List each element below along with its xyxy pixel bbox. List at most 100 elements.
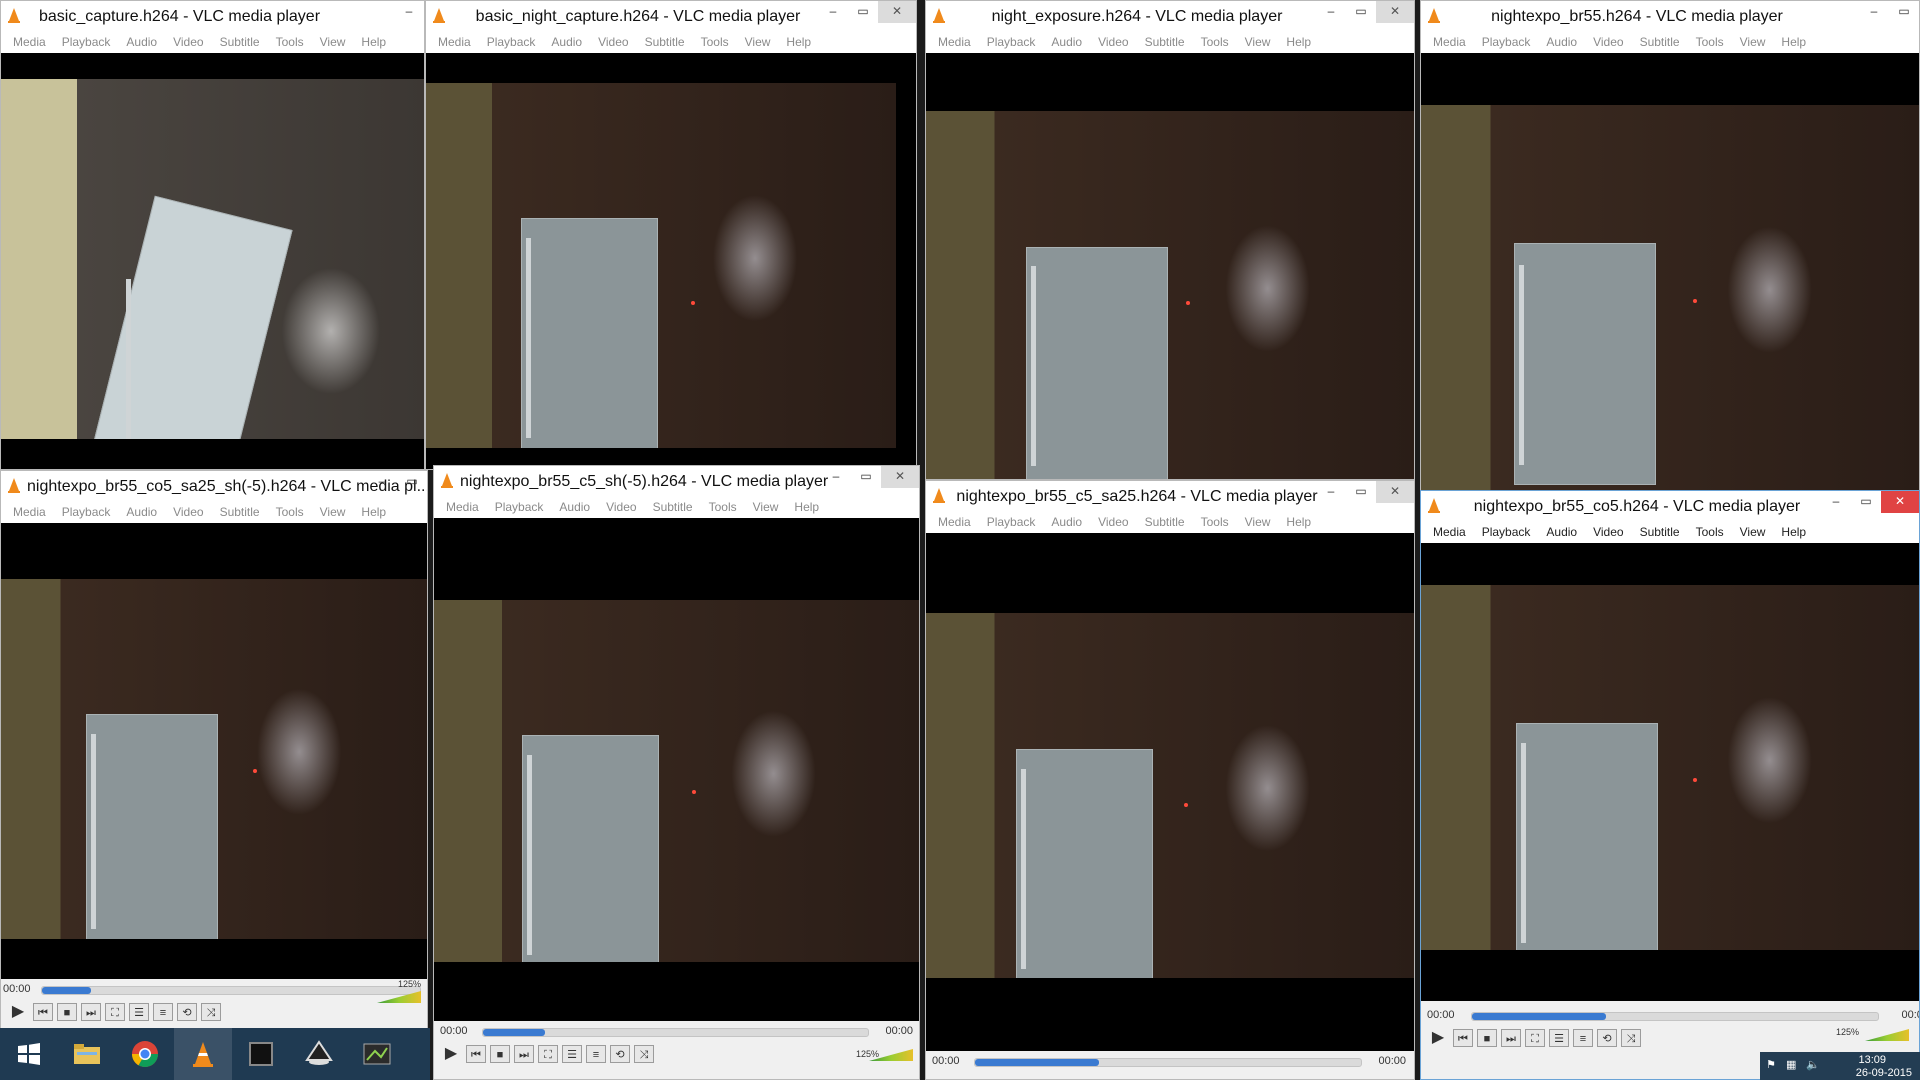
menu-media[interactable]: Media: [446, 496, 479, 518]
menu-video[interactable]: Video: [173, 31, 203, 53]
menu-video[interactable]: Video: [173, 501, 203, 523]
minimize-button[interactable]: –: [818, 1, 848, 23]
title-bar[interactable]: nightexpo_br55_c5_sa25.h264 - VLC media …: [926, 481, 1414, 511]
video-area[interactable]: [1, 523, 427, 979]
previous-icon[interactable]: ⏮: [1453, 1029, 1473, 1047]
menu-playback[interactable]: Playback: [987, 511, 1036, 533]
app2-icon[interactable]: [348, 1028, 406, 1080]
menu-subtitle[interactable]: Subtitle: [1640, 31, 1680, 53]
menu-audio[interactable]: Audio: [1051, 31, 1082, 53]
extended-settings-icon[interactable]: ☰: [562, 1045, 582, 1063]
menu-audio[interactable]: Audio: [551, 31, 582, 53]
menu-tools[interactable]: Tools: [1696, 521, 1724, 543]
minimize-button[interactable]: –: [821, 466, 851, 488]
menu-view[interactable]: View: [320, 501, 346, 523]
maximize-button[interactable]: ▭: [1889, 1, 1919, 23]
chrome-icon[interactable]: [116, 1028, 174, 1080]
menu-tools[interactable]: Tools: [701, 31, 729, 53]
loop-icon[interactable]: ⟲: [177, 1003, 197, 1021]
maximize-button[interactable]: ▭: [851, 466, 881, 488]
minimize-button[interactable]: –: [1859, 1, 1889, 23]
menu-media[interactable]: Media: [938, 31, 971, 53]
menu-media[interactable]: Media: [1433, 521, 1466, 543]
menu-tools[interactable]: Tools: [1201, 511, 1229, 533]
menu-help[interactable]: Help: [1286, 511, 1311, 533]
stop-icon[interactable]: ■: [57, 1003, 77, 1021]
menu-playback[interactable]: Playback: [487, 31, 536, 53]
menu-view[interactable]: View: [1245, 511, 1271, 533]
title-bar[interactable]: nightexpo_br55.h264 - VLC media player –…: [1421, 1, 1919, 31]
tray-flag-icon[interactable]: ⚑: [1766, 1058, 1776, 1071]
title-bar[interactable]: night_exposure.h264 - VLC media player –…: [926, 1, 1414, 31]
menu-help[interactable]: Help: [1781, 31, 1806, 53]
menu-audio[interactable]: Audio: [1051, 511, 1082, 533]
menu-view[interactable]: View: [1245, 31, 1271, 53]
video-area[interactable]: [426, 53, 916, 469]
menu-tools[interactable]: Tools: [709, 496, 737, 518]
menu-video[interactable]: Video: [1593, 31, 1623, 53]
extended-settings-icon[interactable]: ☰: [129, 1003, 149, 1021]
menu-audio[interactable]: Audio: [559, 496, 590, 518]
playlist-icon[interactable]: ≡: [586, 1045, 606, 1063]
menu-subtitle[interactable]: Subtitle: [220, 31, 260, 53]
play-icon[interactable]: ▶: [1427, 1029, 1449, 1047]
menu-subtitle[interactable]: Subtitle: [645, 31, 685, 53]
menu-playback[interactable]: Playback: [62, 31, 111, 53]
menu-media[interactable]: Media: [438, 31, 471, 53]
close-button[interactable]: ✕: [881, 466, 919, 488]
menu-playback[interactable]: Playback: [1482, 521, 1531, 543]
playlist-icon[interactable]: ≡: [1573, 1029, 1593, 1047]
next-icon[interactable]: ⏭: [514, 1045, 534, 1063]
random-icon[interactable]: ⤨: [201, 1003, 221, 1021]
seek-bar[interactable]: [974, 1058, 1362, 1067]
title-bar[interactable]: nightexpo_br55_c5_sh(-5).h264 - VLC medi…: [434, 466, 919, 496]
stop-icon[interactable]: ■: [490, 1045, 510, 1063]
minimize-button[interactable]: –: [1316, 1, 1346, 23]
menu-video[interactable]: Video: [1098, 511, 1128, 533]
menu-playback[interactable]: Playback: [1482, 31, 1531, 53]
video-area[interactable]: [926, 533, 1414, 1051]
menu-help[interactable]: Help: [1286, 31, 1311, 53]
video-area[interactable]: [434, 518, 919, 1021]
file-explorer-icon[interactable]: [58, 1028, 116, 1080]
menu-video[interactable]: Video: [1593, 521, 1623, 543]
close-button[interactable]: ✕: [878, 1, 916, 23]
menu-view[interactable]: View: [745, 31, 771, 53]
menu-playback[interactable]: Playback: [987, 31, 1036, 53]
menu-help[interactable]: Help: [786, 31, 811, 53]
close-button[interactable]: ✕: [1376, 1, 1414, 23]
vlc-window-nightexpo-br55[interactable]: nightexpo_br55.h264 - VLC media player –…: [1420, 0, 1920, 495]
tray-volume-icon[interactable]: 🔈: [1806, 1058, 1820, 1071]
vlc-window-nightexpo-br55-co5[interactable]: nightexpo_br55_co5.h264 - VLC media play…: [1420, 490, 1920, 1080]
close-button[interactable]: ✕: [1881, 491, 1919, 513]
close-button[interactable]: ✕: [1376, 481, 1414, 503]
seek-bar[interactable]: [1471, 1012, 1879, 1021]
tray-network-icon[interactable]: ▦: [1786, 1058, 1796, 1071]
title-bar[interactable]: nightexpo_br55_co5_sa25_sh(-5).h264 - VL…: [1, 471, 427, 501]
menu-playback[interactable]: Playback: [495, 496, 544, 518]
vlc-window-basic-night-capture[interactable]: basic_night_capture.h264 - VLC media pla…: [425, 0, 917, 470]
menu-tools[interactable]: Tools: [1201, 31, 1229, 53]
vlc-window-basic-capture[interactable]: basic_capture.h264 - VLC media player – …: [0, 0, 425, 470]
menu-view[interactable]: View: [1740, 521, 1766, 543]
minimize-button[interactable]: –: [1316, 481, 1346, 503]
playlist-icon[interactable]: ≡: [153, 1003, 173, 1021]
minimize-button[interactable]: –: [367, 471, 397, 493]
vlc-window-nightexpo-br55-c5-sa25[interactable]: nightexpo_br55_c5_sa25.h264 - VLC media …: [925, 480, 1415, 1080]
menu-audio[interactable]: Audio: [126, 31, 157, 53]
menu-tools[interactable]: Tools: [276, 501, 304, 523]
stop-icon[interactable]: ■: [1477, 1029, 1497, 1047]
menu-media[interactable]: Media: [13, 31, 46, 53]
title-bar[interactable]: basic_capture.h264 - VLC media player –: [1, 1, 424, 31]
random-icon[interactable]: ⤨: [634, 1045, 654, 1063]
minimize-button[interactable]: –: [394, 1, 424, 23]
video-area[interactable]: [1, 53, 424, 469]
menu-media[interactable]: Media: [1433, 31, 1466, 53]
next-icon[interactable]: ⏭: [1501, 1029, 1521, 1047]
minimize-button[interactable]: –: [1821, 491, 1851, 513]
previous-icon[interactable]: ⏮: [466, 1045, 486, 1063]
loop-icon[interactable]: ⟲: [1597, 1029, 1617, 1047]
vlc-icon[interactable]: [174, 1028, 232, 1080]
menu-subtitle[interactable]: Subtitle: [1145, 31, 1185, 53]
vlc-window-nightexpo-br55-c5-sh[interactable]: nightexpo_br55_c5_sh(-5).h264 - VLC medi…: [433, 465, 920, 1080]
